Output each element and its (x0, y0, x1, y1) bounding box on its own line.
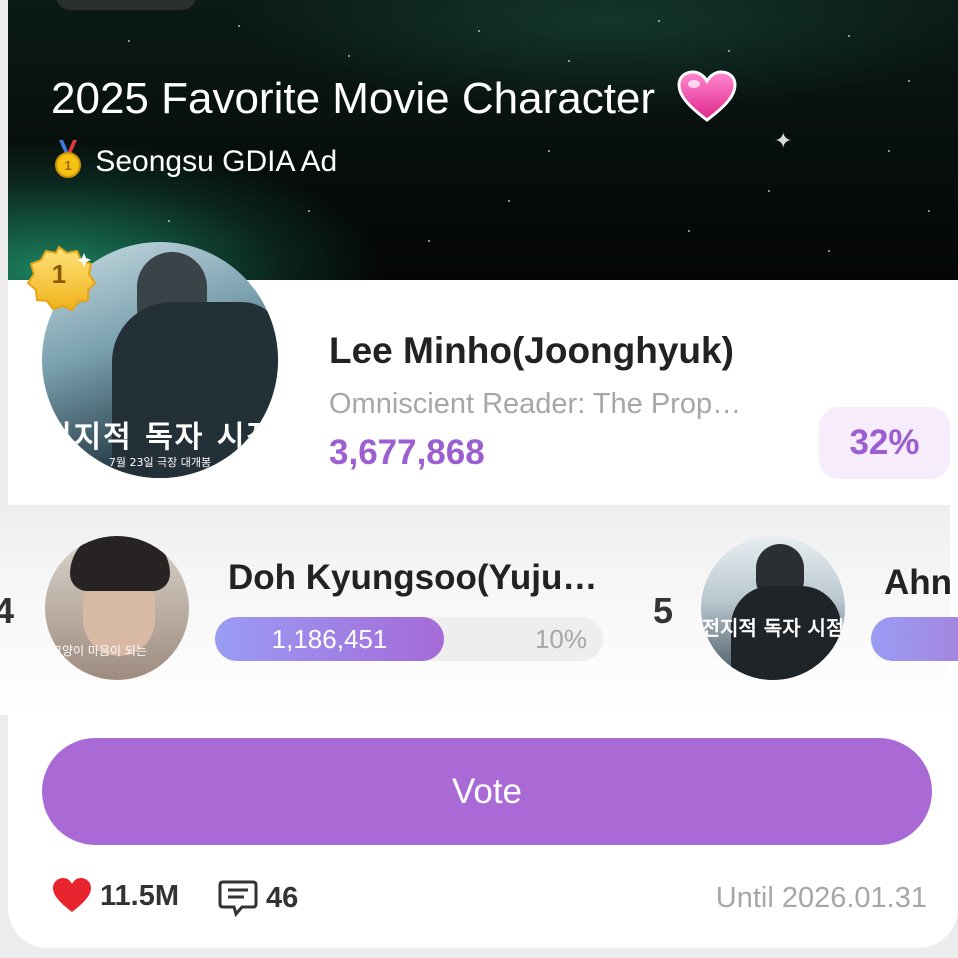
first-place-votes: 3,677,868 (329, 433, 485, 472)
like-count: 11.5M (100, 879, 179, 912)
like-button[interactable]: 11.5M (52, 878, 179, 914)
pink-heart-icon (677, 70, 737, 133)
poll-title-text: 2025 Favorite Movie Character (51, 74, 656, 124)
runner-up-name: Ahn (884, 563, 953, 602)
avatar-hair (70, 536, 170, 591)
runner-up-percent: 10% (534, 624, 587, 654)
runner-up-vote-bar: 1,186,451 10% (215, 617, 603, 661)
first-place-movie: Omniscient Reader: The Prop… (329, 388, 742, 420)
runner-up-avatar[interactable]: 전지적 독자 시점 (701, 536, 845, 680)
first-place-percent: 32% (819, 407, 950, 479)
heart-icon (53, 878, 91, 912)
poll-title: 2025 Favorite Movie Character (51, 70, 737, 133)
poster-title-text: 전지적 독자 시점 (701, 616, 845, 640)
comment-icon (218, 880, 258, 918)
poster-title-text: 전지적 독자 시점 (43, 420, 277, 455)
runner-up-name: Doh Kyungsoo(Yuju… (228, 558, 598, 597)
poll-banner: 2025 Favorite Movie Character 1 Seongsu … (8, 0, 958, 280)
poll-subtitle-text: Seongsu GDIA Ad (95, 144, 338, 178)
sparkle-icon: ✦ (774, 128, 793, 153)
poll-subtitle: 1 Seongsu GDIA Ad (53, 140, 337, 186)
runner-up-votes: 1,186,451 (271, 624, 388, 654)
poster-date-text: 7월 23일 극장 대개봉 (108, 456, 212, 469)
comment-count: 46 (266, 881, 299, 914)
comment-button[interactable]: 46 (218, 878, 298, 918)
top-handle (56, 0, 196, 10)
runner-up-rank: 5 (653, 590, 674, 631)
first-place-name: Lee Minho(Joonghyuk) (329, 330, 734, 371)
svg-text:1: 1 (64, 158, 71, 173)
runner-up-vote-bar (871, 617, 958, 661)
poll-end-date: Until 2026.01.31 (715, 882, 927, 914)
first-place-rank: 1 (51, 259, 67, 289)
gold-medal-icon: 1 (53, 140, 83, 186)
poster-caption-text: 고양이 마음이 되는 (51, 644, 147, 658)
runner-up-avatar[interactable]: 고양이 마음이 되는 (45, 536, 189, 680)
runner-up-rank: 4 (0, 590, 15, 631)
vote-button[interactable]: Vote (42, 738, 932, 845)
